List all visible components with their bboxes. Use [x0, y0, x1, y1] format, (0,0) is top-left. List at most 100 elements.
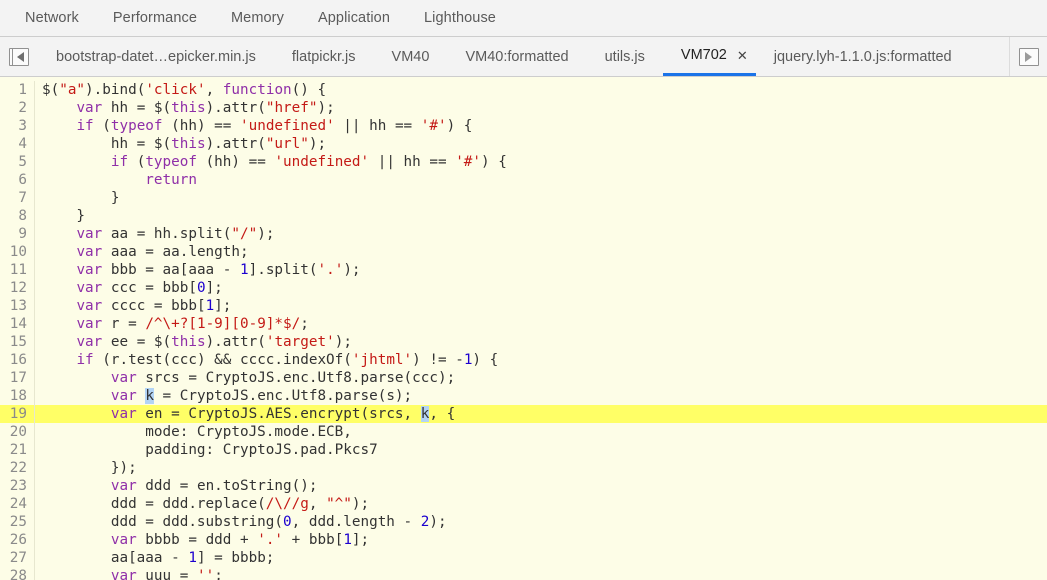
token-plain: ee = $(: [102, 334, 172, 350]
line-number: 4: [0, 135, 35, 153]
token-kw: var: [110, 478, 137, 494]
token-num: 0: [283, 514, 292, 530]
panel-tab-lighthouse[interactable]: Lighthouse: [407, 0, 513, 36]
token-plain: (: [93, 118, 111, 134]
file-tab[interactable]: bootstrap-datet…epicker.min.js: [38, 37, 274, 76]
code-line[interactable]: 17 var srcs = CryptoJS.enc.Utf8.parse(cc…: [0, 369, 1047, 387]
line-source: aa[aaa - 1] = bbbb;: [35, 549, 275, 567]
sources-file-tabbar: bootstrap-datet…epicker.min.js flatpickr.…: [0, 37, 1047, 77]
token-kw: var: [110, 568, 137, 580]
line-source: var aa = hh.split("/");: [35, 225, 274, 243]
close-icon[interactable]: ✕: [737, 49, 748, 62]
code-line[interactable]: 2 var hh = $(this).attr("href");: [0, 99, 1047, 117]
token-plain: (: [128, 154, 146, 170]
code-lines: 1 $("a").bind('click', function() {2 var …: [0, 77, 1047, 580]
code-line[interactable]: 21 padding: CryptoJS.pad.Pkcs7: [0, 441, 1047, 459]
code-line[interactable]: 3 if (typeof (hh) == 'undefined' || hh =…: [0, 117, 1047, 135]
token-kw: function: [222, 82, 292, 98]
panel-tab-network[interactable]: Network: [8, 0, 96, 36]
code-line[interactable]: 20 mode: CryptoJS.mode.ECB,: [0, 423, 1047, 441]
code-line[interactable]: 26 var bbbb = ddd + '.' + bbb[1];: [0, 531, 1047, 549]
line-number: 17: [0, 369, 35, 387]
code-line[interactable]: 10 var aaa = aa.length;: [0, 243, 1047, 261]
token-plain: ).bind(: [85, 82, 146, 98]
token-plain: , ddd.length -: [291, 514, 421, 530]
code-line[interactable]: 14 var r = /^\+?[1-9][0-9]*$/;: [0, 315, 1047, 333]
file-tabs-scroller: bootstrap-datet…epicker.min.js flatpickr.…: [38, 37, 1009, 76]
file-tab[interactable]: VM40: [374, 37, 448, 76]
code-line[interactable]: 12 var ccc = bbb[0];: [0, 279, 1047, 297]
code-line[interactable]: 7 }: [0, 189, 1047, 207]
code-line[interactable]: 8 }: [0, 207, 1047, 225]
token-str: '#': [420, 118, 447, 134]
token-plain: hh = $(: [102, 100, 172, 116]
panel-tab-application[interactable]: Application: [301, 0, 407, 36]
code-line[interactable]: 28 var uuu = '';: [0, 567, 1047, 580]
file-tab-active[interactable]: VM702 ✕: [662, 37, 756, 76]
token-plain: );: [343, 262, 361, 278]
token-plain: ccc = bbb[: [102, 280, 197, 296]
line-source: var cccc = bbb[1];: [35, 297, 231, 315]
file-tab[interactable]: jquery.lyh-1.1.0.js:formatted: [756, 37, 970, 76]
token-plain: ,: [205, 82, 223, 98]
token-plain: ) {: [472, 352, 499, 368]
code-line[interactable]: 18 var k = CryptoJS.enc.Utf8.parse(s);: [0, 387, 1047, 405]
code-line[interactable]: 15 var ee = $(this).attr('target');: [0, 333, 1047, 351]
line-number: 14: [0, 315, 35, 333]
code-line[interactable]: 22 });: [0, 459, 1047, 477]
token-plain: cccc = bbb[: [102, 298, 206, 314]
code-line[interactable]: 5 if (typeof (hh) == 'undefined' || hh =…: [0, 153, 1047, 171]
token-kw: typeof: [145, 154, 197, 170]
file-tab-label: jquery.lyh-1.1.0.js:formatted: [773, 48, 952, 65]
line-source: var k = CryptoJS.enc.Utf8.parse(s);: [35, 387, 412, 405]
token-plain: + bbb[: [283, 532, 344, 548]
code-line[interactable]: 23 var ddd = en.toString();: [0, 477, 1047, 495]
line-source: var bbbb = ddd + '.' + bbb[1];: [35, 531, 369, 549]
panel-tab-memory[interactable]: Memory: [214, 0, 301, 36]
line-number: 25: [0, 513, 35, 531]
line-source: $("a").bind('click', function() {: [35, 81, 326, 99]
code-line[interactable]: 25 ddd = ddd.substring(0, ddd.length - 2…: [0, 513, 1047, 531]
file-tab[interactable]: VM40:formatted: [447, 37, 586, 76]
token-str: '.': [257, 532, 284, 548]
token-kw: this: [171, 334, 206, 350]
line-source: });: [35, 459, 137, 477]
token-plain: aa[aaa -: [42, 550, 189, 566]
code-line[interactable]: 6 return: [0, 171, 1047, 189]
code-line[interactable]: 16 if (r.test(ccc) && cccc.indexOf('jhtm…: [0, 351, 1047, 369]
file-tab-label: bootstrap-datet…epicker.min.js: [56, 48, 256, 65]
source-code-editor[interactable]: 1 $("a").bind('click', function() {2 var …: [0, 77, 1047, 580]
code-line[interactable]: 9 var aa = hh.split("/");: [0, 225, 1047, 243]
line-source: var ee = $(this).attr('target');: [35, 333, 352, 351]
panel-tab-performance[interactable]: Performance: [96, 0, 214, 36]
file-tab[interactable]: utils.js: [587, 37, 663, 76]
token-str: 'click': [145, 82, 206, 98]
scroll-tabs-right-button[interactable]: [1009, 37, 1047, 76]
token-kw: var: [110, 532, 137, 548]
show-navigator-button[interactable]: [0, 37, 38, 76]
line-number: 8: [0, 207, 35, 225]
token-str: 'undefined': [240, 118, 335, 134]
token-plain: $(: [42, 82, 60, 98]
line-number: 22: [0, 459, 35, 477]
line-number: 23: [0, 477, 35, 495]
line-number: 7: [0, 189, 35, 207]
code-line[interactable]: 11 var bbb = aa[aaa - 1].split('.');: [0, 261, 1047, 279]
code-line[interactable]: 19 var en = CryptoJS.AES.encrypt(srcs, k…: [0, 405, 1047, 423]
code-line[interactable]: 13 var cccc = bbb[1];: [0, 297, 1047, 315]
code-line[interactable]: 27 aa[aaa - 1] = bbbb;: [0, 549, 1047, 567]
line-source: ddd = ddd.substring(0, ddd.length - 2);: [35, 513, 447, 531]
code-line[interactable]: 4 hh = $(this).attr("url");: [0, 135, 1047, 153]
file-tab[interactable]: flatpickr.js: [274, 37, 374, 76]
line-source: if (typeof (hh) == 'undefined' || hh == …: [35, 117, 472, 135]
line-number: 1: [0, 81, 35, 99]
line-source: var aaa = aa.length;: [35, 243, 248, 261]
code-line[interactable]: 1 $("a").bind('click', function() {: [0, 81, 1047, 99]
token-kw: if: [76, 352, 94, 368]
token-plain: srcs = CryptoJS.enc.Utf8.parse(ccc);: [136, 370, 456, 386]
code-line[interactable]: 24 ddd = ddd.replace(/\//g, "^");: [0, 495, 1047, 513]
